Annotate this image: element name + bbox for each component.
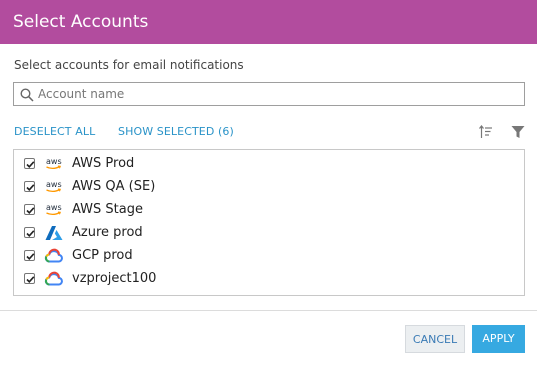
list-item[interactable]: aws AWS Stage [14,200,524,220]
gcp-icon [44,270,64,288]
sort-icon[interactable] [479,124,493,138]
show-selected-link[interactable]: SHOW SELECTED (6) [118,125,234,138]
svg-text:aws: aws [46,203,62,212]
account-list: aws AWS Prod aws AWS QA (SE) aws AWS Sta… [13,149,525,296]
account-name: GCP prod [72,248,133,263]
list-item[interactable]: GCP prod [14,246,524,266]
footer-divider [0,310,537,311]
search-icon [20,87,34,102]
apply-button[interactable]: APPLY [472,325,525,353]
aws-icon: aws [44,201,64,219]
svg-text:aws: aws [46,180,62,189]
aws-icon: aws [44,178,64,196]
cancel-button[interactable]: CANCEL [405,325,465,353]
search-box[interactable] [13,82,525,106]
aws-icon: aws [44,155,64,173]
deselect-all-link[interactable]: DESELECT ALL [14,125,95,138]
account-name: vzproject100 [72,271,157,286]
checkbox[interactable] [24,273,35,284]
list-item[interactable]: Azure prod [14,223,524,243]
account-name: AWS Prod [72,156,135,171]
list-item[interactable]: aws AWS Prod [14,154,524,174]
filter-icon[interactable] [511,124,525,138]
list-item[interactable]: aws AWS QA (SE) [14,177,524,197]
account-name: AWS QA (SE) [72,179,156,194]
checkbox[interactable] [24,181,35,192]
checkbox[interactable] [24,250,35,261]
checkbox[interactable] [24,227,35,238]
dialog-subtitle: Select accounts for email notifications [14,58,244,72]
dialog-title: Select Accounts [0,0,537,44]
account-name: AWS Stage [72,202,143,217]
search-input[interactable] [38,83,518,105]
gcp-icon [44,247,64,265]
list-item[interactable]: vzproject100 [14,269,524,289]
svg-text:aws: aws [46,157,62,166]
azure-icon [44,224,64,242]
account-name: Azure prod [72,225,143,240]
checkbox[interactable] [24,204,35,215]
checkbox[interactable] [24,158,35,169]
